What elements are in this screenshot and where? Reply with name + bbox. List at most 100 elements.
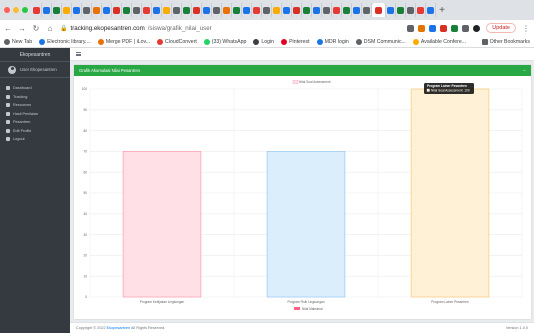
browser-tab[interactable] [416,3,426,17]
browser-tab[interactable] [262,3,272,17]
bookmark-item[interactable]: CloudConvert [157,38,197,45]
menu-icon [6,111,10,116]
reload-icon[interactable]: ↻ [32,24,40,33]
browser-tab[interactable] [142,3,152,17]
minimize-window-button[interactable] [13,7,19,13]
extension-icon[interactable] [440,24,448,32]
tab-favicon-icon [293,6,300,14]
address-bar[interactable]: 🔒 tracking.ekopesantren.com/siswa/grafik… [60,25,401,32]
browser-tab[interactable] [272,3,282,17]
collapse-icon[interactable]: − [523,68,526,74]
share-icon[interactable] [407,24,415,32]
other-bookmarks[interactable]: Other Bookmarks [481,38,530,45]
browser-tab[interactable] [112,3,122,17]
extension-icon[interactable] [429,24,437,32]
browser-tab[interactable] [192,3,202,17]
back-arrow-icon[interactable]: ← [4,24,12,33]
user-panel[interactable]: User Ekopesantren [0,62,70,78]
legend-swatch [292,80,299,84]
browser-tab[interactable] [52,3,62,17]
browser-tab[interactable] [92,3,102,17]
browser-tab[interactable] [406,3,416,17]
browser-tab[interactable] [312,3,322,17]
sidebar-item-dashboard[interactable]: Dashboard [0,84,70,93]
browser-tab[interactable] [282,3,292,17]
sidebar-item-resources[interactable]: Resources [0,101,70,110]
bookmark-item[interactable]: Pinterest [281,38,310,45]
lock-icon: 🔒 [60,25,68,32]
close-window-button[interactable] [4,7,10,13]
browser-tab[interactable] [252,3,262,17]
chart-bar[interactable] [410,88,490,298]
folder-icon [481,38,488,45]
chart-bar[interactable] [122,151,202,298]
update-button[interactable]: Update [486,23,516,33]
sidebar-item-tracking[interactable]: Tracking [0,93,70,102]
browser-tab[interactable] [32,3,42,17]
menu-icon [6,128,10,133]
browser-tab[interactable] [122,3,132,17]
card-title: Grafik Akumulasi Nilai Pesantren [79,68,140,73]
sidebar-item-pesantren[interactable]: Pesantren [0,118,70,127]
tab-favicon-icon [153,6,160,14]
hamburger-menu-icon[interactable] [76,52,81,56]
bookmark-star-icon[interactable] [418,24,426,32]
browser-tab[interactable] [72,3,82,17]
browser-tab[interactable] [232,3,242,17]
browser-tab[interactable] [212,3,222,17]
tab-favicon-icon [33,6,40,14]
browser-tab[interactable] [342,3,352,17]
new-tab-icon[interactable]: + [436,5,448,16]
browser-tab[interactable] [152,3,162,17]
bookmark-list: New Tab Electronic library.... Merge PDF |… [4,38,466,45]
sidebar-item-hasil-penilaian[interactable]: Hasil Penilaian [0,110,70,119]
browser-tab[interactable] [322,3,332,17]
sidebar-item-logout[interactable]: Logout [0,135,70,144]
browser-tab[interactable] [362,3,372,17]
browser-tab[interactable] [172,3,182,17]
browser-tab[interactable] [332,3,342,17]
maximize-window-button[interactable] [22,7,28,13]
browser-tab[interactable] [242,3,252,17]
bookmark-item[interactable]: Login [253,38,274,45]
chart-bar[interactable] [266,151,346,298]
browser-tab[interactable] [386,3,396,17]
bookmark-item[interactable]: Electronic library.... [39,38,91,45]
browser-tab[interactable] [426,3,436,17]
extension-icon[interactable] [451,24,459,32]
sidebar-item-edit-profile[interactable]: Edit Profile [0,127,70,136]
bookmark-item[interactable]: (33) WhatsApp [203,38,246,45]
kebab-menu-icon[interactable]: ⋮ [522,24,530,33]
bookmark-item[interactable]: Merge PDF | iLov... [97,38,150,45]
browser-tab[interactable] [396,3,406,17]
bookmark-item[interactable]: New Tab [4,38,32,45]
browser-tab[interactable] [222,3,232,17]
browser-tab[interactable] [302,3,312,17]
sidebar-item-label: Edit Profile [13,128,32,133]
forward-arrow-icon[interactable]: → [18,24,26,33]
browser-tab[interactable] [182,3,192,17]
bookmark-item[interactable]: DSM Communic... [355,38,406,45]
puzzle-icon[interactable] [462,24,470,32]
browser-tab[interactable] [202,3,212,17]
browser-tab[interactable] [82,3,92,17]
bookmark-item[interactable]: Available Confere... [412,38,466,45]
tab-favicon-icon [83,6,90,14]
browser-tab[interactable] [132,3,142,17]
bookmark-item[interactable]: MDR login [316,38,349,45]
browser-tab[interactable] [102,3,112,17]
browser-tab[interactable] [352,3,362,17]
sidebar-item-label: Hasil Penilaian [13,111,39,116]
profile-avatar-icon[interactable] [473,24,481,32]
browser-tab[interactable] [372,3,386,17]
menu-icon [6,120,10,125]
y-tick-label: 40 [83,212,87,216]
browser-tab[interactable] [42,3,52,17]
home-icon[interactable]: ⌂ [46,24,54,33]
copyright-link[interactable]: Ekopesantren [107,326,130,330]
tooltip-line: Nilai Soal Assessment: 100 [431,88,470,92]
brand-link[interactable]: Ekopesantren [0,48,70,62]
browser-tab[interactable] [162,3,172,17]
browser-tab[interactable] [292,3,302,17]
browser-tab[interactable] [62,3,72,17]
